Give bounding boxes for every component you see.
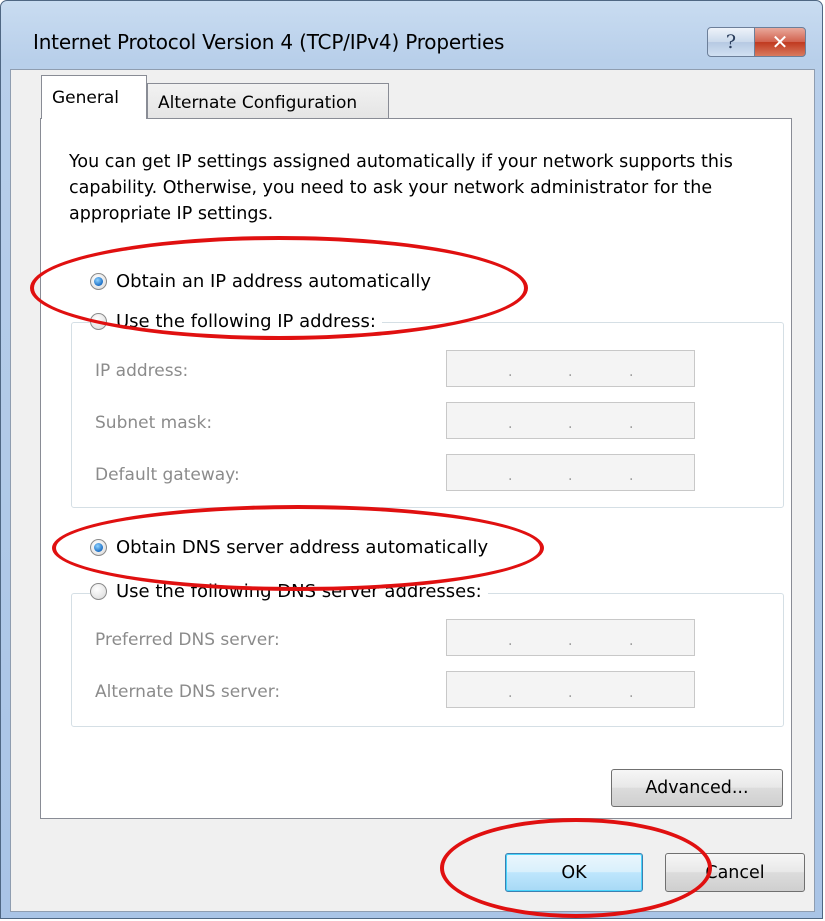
dns-manual-option[interactable]: Use the following DNS server addresses: [90,581,488,602]
alternate-dns-input[interactable]: ... [446,671,695,708]
close-icon: ✕ [771,30,789,54]
tab-alternate-configuration[interactable]: Alternate Configuration [147,83,389,122]
cancel-button[interactable]: Cancel [665,853,805,892]
help-icon: ? [725,31,737,53]
window-title: Internet Protocol Version 4 (TCP/IPv4) P… [33,30,505,54]
ip-address-input[interactable]: ... [446,350,695,387]
dns-manual-label: Use the following DNS server addresses: [116,581,482,602]
dialog-client-area: General Alternate Configuration You can … [10,69,815,912]
ip-auto-label: Obtain an IP address automatically [116,271,432,292]
ip-manual-option[interactable]: Use the following IP address: [90,311,382,332]
description-text: You can get IP settings assigned automat… [69,152,733,224]
dns-auto-option[interactable]: Obtain DNS server address automatically [90,537,488,558]
ip-auto-radio[interactable] [90,273,107,290]
ip-auto-option[interactable]: Obtain an IP address automatically [90,271,431,292]
subnet-mask-label: Subnet mask: [95,413,213,433]
preferred-dns-input[interactable]: ... [446,619,695,656]
dialog-window: Internet Protocol Version 4 (TCP/IPv4) P… [0,0,823,919]
default-gateway-input[interactable]: ... [446,454,695,491]
help-button[interactable]: ? [707,27,755,57]
dns-manual-radio[interactable] [90,583,107,600]
tab-general[interactable]: General [41,75,147,119]
close-button[interactable]: ✕ [754,27,806,57]
general-tab-panel: You can get IP settings assigned automat… [40,118,792,819]
alternate-dns-label: Alternate DNS server: [95,682,281,702]
ip-manual-radio[interactable] [90,313,107,330]
dns-auto-label: Obtain DNS server address automatically [116,537,489,558]
ip-manual-label: Use the following IP address: [116,311,376,332]
subnet-mask-input[interactable]: ... [446,402,695,439]
advanced-button[interactable]: Advanced... [611,769,783,807]
preferred-dns-label: Preferred DNS server: [95,630,280,650]
ip-address-label: IP address: [95,361,189,381]
dns-auto-radio[interactable] [90,539,107,556]
default-gateway-label: Default gateway: [95,465,240,485]
ok-button[interactable]: OK [505,853,643,892]
